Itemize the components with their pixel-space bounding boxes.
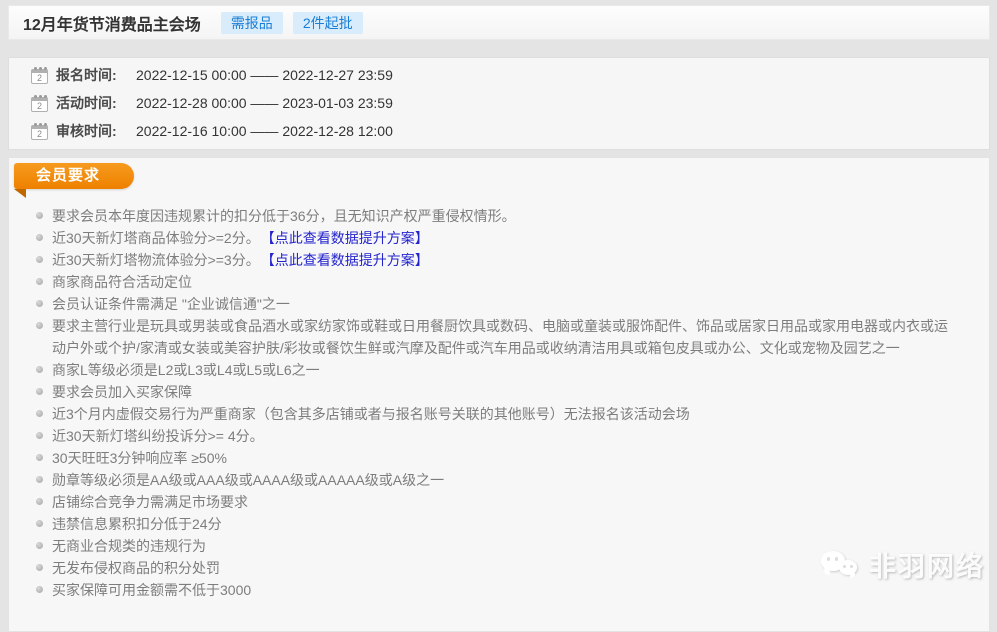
page: { "colors": { "page_bg": "#e4e4e4", "pan…	[0, 0, 997, 602]
requirement-text: 无商业合规类的违规行为	[52, 538, 206, 554]
bullet-icon	[36, 212, 43, 219]
section-title: 会员要求	[36, 167, 100, 184]
requirement-item: 近3个月内虚假交易行为严重商家（包含其多店铺或者与报名账号关联的其他账号）无法报…	[36, 403, 949, 425]
requirement-item: 近30天新灯塔物流体验分>=3分。【点此查看数据提升方案】	[36, 249, 949, 271]
requirement-text: 买家保障可用金额需不低于3000	[52, 582, 251, 598]
data-improvement-link[interactable]: 【点此查看数据提升方案】	[268, 230, 429, 246]
bullet-icon	[36, 322, 43, 329]
bullet-icon	[36, 278, 43, 285]
calendar-icon: 2	[31, 69, 48, 84]
requirement-item: 店铺综合竞争力需满足市场要求	[36, 491, 949, 513]
requirement-item: 违禁信息累积扣分低于24分	[36, 513, 949, 535]
requirements-list: 要求会员本年度因违规累计的扣分低于36分，且无知识产权严重侵权情形。 近30天新…	[36, 205, 949, 601]
requirement-item: 勋章等级必须是AA级或AAA级或AAAA级或AAAAA级或A级之一	[36, 469, 949, 491]
requirement-text: 要求会员加入买家保障	[52, 384, 192, 400]
schedule-label: 活动时间:	[56, 93, 128, 113]
page-title: 12月年货节消费品主会场	[23, 11, 201, 35]
requirement-item: 近30天新灯塔纠纷投诉分>= 4分。	[36, 425, 949, 447]
bullet-icon	[36, 586, 43, 593]
bullet-icon	[36, 454, 43, 461]
bullet-icon	[36, 476, 43, 483]
calendar-icon: 2	[31, 125, 48, 140]
schedule-value: 2022-12-16 10:00 —— 2022-12-28 12:00	[136, 123, 393, 139]
header-bar: 12月年货节消费品主会场 需报品 2件起批	[8, 5, 990, 40]
schedule-value: 2022-12-15 00:00 —— 2022-12-27 23:59	[136, 67, 393, 83]
requirements-panel: 会员要求 要求会员本年度因违规累计的扣分低于36分，且无知识产权严重侵权情形。 …	[8, 157, 990, 632]
requirement-text: 近30天新灯塔物流体验分>=3分。	[52, 252, 260, 268]
requirement-text: 近30天新灯塔纠纷投诉分>= 4分。	[52, 428, 264, 444]
requirement-text: 近30天新灯塔商品体验分>=2分。	[52, 230, 260, 246]
requirement-text: 勋章等级必须是AA级或AAA级或AAAA级或AAAAA级或A级之一	[52, 472, 444, 488]
requirement-text: 要求会员本年度因违规累计的扣分低于36分，且无知识产权严重侵权情形。	[52, 208, 516, 224]
schedule-panel: 2 报名时间: 2022-12-15 00:00 —— 2022-12-27 2…	[8, 57, 990, 150]
requirement-text: 商家商品符合活动定位	[52, 274, 192, 290]
bullet-icon	[36, 256, 43, 263]
schedule-value: 2022-12-28 00:00 —— 2023-01-03 23:59	[136, 95, 393, 111]
requirement-text: 商家L等级必须是L2或L3或L4或L5或L6之一	[52, 362, 320, 378]
bullet-icon	[36, 300, 43, 307]
bullet-icon	[36, 366, 43, 373]
schedule-row-review: 2 审核时间: 2022-12-16 10:00 —— 2022-12-28 1…	[25, 117, 989, 145]
bullet-icon	[36, 564, 43, 571]
schedule-label: 报名时间:	[56, 65, 128, 85]
requirement-item: 会员认证条件需满足 "企业诚信通"之一	[36, 293, 949, 315]
calendar-icon: 2	[31, 97, 48, 112]
requirement-text: 30天旺旺3分钟响应率 ≥50%	[52, 450, 227, 466]
requirement-text: 要求主营行业是玩具或男装或食品酒水或家纺家饰或鞋或日用餐厨饮具或数码、电脑或童装…	[52, 318, 948, 356]
badge-need-report: 需报品	[221, 12, 283, 34]
bullet-icon	[36, 520, 43, 527]
requirement-text: 无发布侵权商品的积分处罚	[52, 560, 220, 576]
bullet-icon	[36, 410, 43, 417]
bullet-icon	[36, 498, 43, 505]
requirement-item: 要求会员本年度因违规累计的扣分低于36分，且无知识产权严重侵权情形。	[36, 205, 949, 227]
bullet-icon	[36, 234, 43, 241]
schedule-row-signup: 2 报名时间: 2022-12-15 00:00 —— 2022-12-27 2…	[25, 61, 989, 89]
section-ribbon: 会员要求	[14, 163, 134, 189]
requirement-text: 近3个月内虚假交易行为严重商家（包含其多店铺或者与报名账号关联的其他账号）无法报…	[52, 406, 690, 422]
requirement-item: 30天旺旺3分钟响应率 ≥50%	[36, 447, 949, 469]
requirement-text: 店铺综合竞争力需满足市场要求	[52, 494, 248, 510]
bullet-icon	[36, 432, 43, 439]
badge-min-batch: 2件起批	[293, 12, 363, 34]
requirement-text: 会员认证条件需满足 "企业诚信通"之一	[52, 296, 290, 312]
requirement-item: 商家商品符合活动定位	[36, 271, 949, 293]
bullet-icon	[36, 542, 43, 549]
requirement-item: 无发布侵权商品的积分处罚	[36, 557, 949, 579]
requirement-item: 无商业合规类的违规行为	[36, 535, 949, 557]
bullet-icon	[36, 388, 43, 395]
schedule-label: 审核时间:	[56, 121, 128, 141]
requirement-text: 违禁信息累积扣分低于24分	[52, 516, 222, 532]
schedule-row-activity: 2 活动时间: 2022-12-28 00:00 —— 2023-01-03 2…	[25, 89, 989, 117]
requirement-item: 近30天新灯塔商品体验分>=2分。【点此查看数据提升方案】	[36, 227, 949, 249]
requirement-item: 买家保障可用金额需不低于3000	[36, 579, 949, 601]
requirement-item: 要求主营行业是玩具或男装或食品酒水或家纺家饰或鞋或日用餐厨饮具或数码、电脑或童装…	[36, 315, 949, 359]
requirement-item: 要求会员加入买家保障	[36, 381, 949, 403]
data-improvement-link[interactable]: 【点此查看数据提升方案】	[268, 252, 429, 268]
requirement-item: 商家L等级必须是L2或L3或L4或L5或L6之一	[36, 359, 949, 381]
content-wrap: 12月年货节消费品主会场 需报品 2件起批 2 报名时间: 2022-12-15…	[8, 5, 990, 632]
